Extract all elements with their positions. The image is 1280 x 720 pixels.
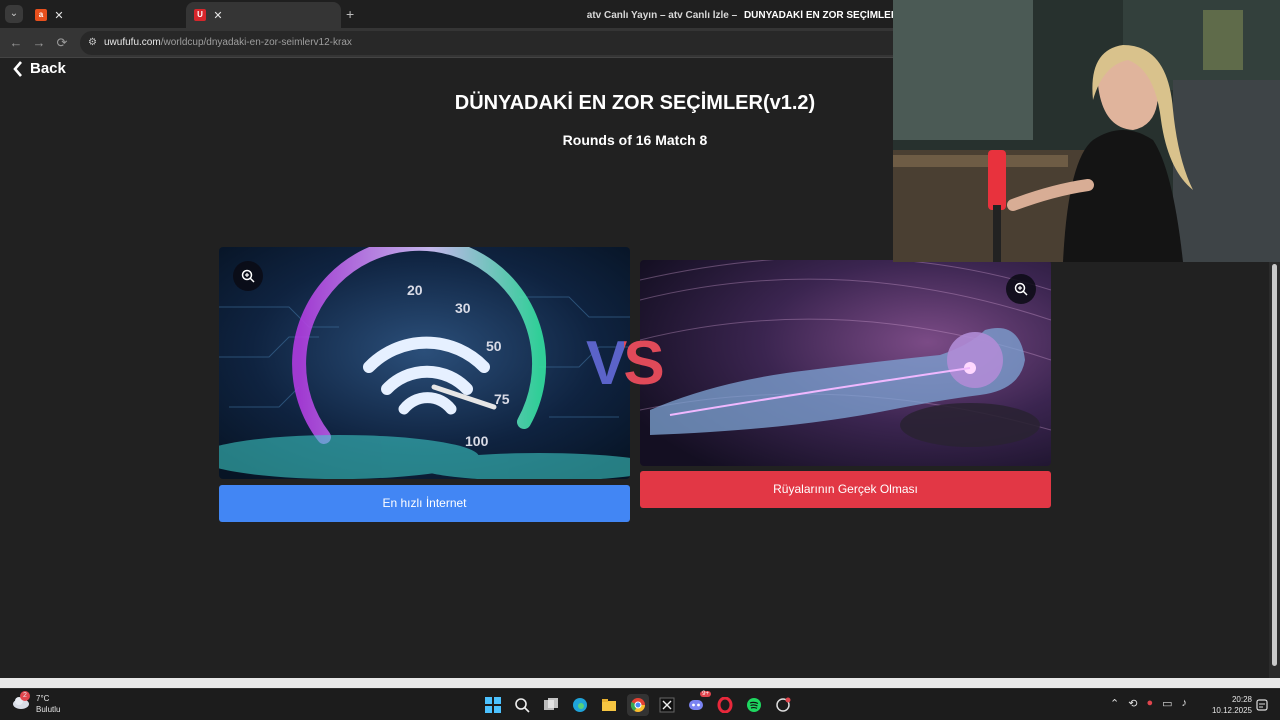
reload-icon[interactable]: ⟳ [54,35,70,51]
back-label: Back [30,60,66,77]
task-view-icon[interactable] [540,694,562,716]
windows-start-icon[interactable] [482,694,504,716]
vs-label: VS [586,326,686,411]
vs-graphic: VS [586,329,666,398]
spotify-icon[interactable] [743,694,765,716]
choose-right-button[interactable]: Rüyalarının Gerçek Olması [640,471,1051,508]
vertical-scrollbar[interactable] [1269,262,1280,678]
weather-widget[interactable]: 2 7°C Bulutlu [12,691,61,715]
sync-icon[interactable]: ⟲ [1128,697,1137,710]
site-info-icon[interactable]: ⚙ [88,31,97,55]
zoom-in-icon[interactable] [1006,274,1036,304]
speedometer-illustration: 20 30 50 75 100 [219,247,630,479]
tab-atv[interactable]: a atv Canlı Yayın – atv Canlı İzle – ✕ [27,2,737,28]
forward-arrow-icon[interactable]: → [31,35,47,51]
weather-badge: 2 [20,691,30,701]
discord-badge: 9+ [700,691,711,697]
sleeping-body-illustration [640,260,1051,466]
speed-label-20: 20 [407,282,423,298]
notification-icon[interactable] [1256,698,1268,711]
system-tray: ⌃ ⟲ ● ▭ ♪ [1110,697,1187,710]
chevron-up-icon[interactable]: ⌃ [1110,697,1119,710]
search-icon[interactable] [511,694,533,716]
dream-image[interactable] [640,260,1051,466]
microphone-icon[interactable]: ● [1146,697,1153,710]
url-host: uwufufu.com [104,37,161,48]
volume-icon[interactable]: ♪ [1182,697,1188,710]
internet-speed-image[interactable]: 20 30 50 75 100 [219,247,630,479]
zoom-in-icon[interactable] [233,261,263,291]
x-app-icon[interactable] [656,694,678,716]
clock[interactable]: 20:28 10.12.2025 [1206,694,1252,716]
time: 20:28 [1231,695,1252,704]
tab-search-chevron-icon[interactable]: ⌄ [5,5,23,23]
scroll-thumb[interactable] [1272,264,1277,666]
cloud-icon: 2 [12,691,30,711]
edge-icon[interactable] [569,694,591,716]
opera-icon[interactable] [714,694,736,716]
vs-text: VS [586,329,662,396]
back-button[interactable]: Back [12,60,66,77]
url-path: /worldcup/dnyadaki-en-zor-seimlerv12-kra… [160,37,352,48]
speed-label-75: 75 [494,391,510,407]
left-choice-card: 20 30 50 75 100 En hızlı İnternet [219,247,630,522]
weather-temp: 7°C [36,694,50,703]
back-arrow-icon[interactable]: ← [8,35,24,51]
new-tab-plus-icon[interactable]: + [346,6,354,22]
weather-desc: Bulutlu [36,705,61,714]
right-choice-card: Rüyalarının Gerçek Olması [640,260,1051,508]
discord-icon[interactable]: 9+ [685,691,711,716]
speed-label-50: 50 [486,338,502,354]
display-icon[interactable]: ▭ [1162,697,1172,710]
choose-left-button[interactable]: En hızlı İnternet [219,485,630,522]
file-explorer-icon[interactable] [598,694,620,716]
webcam-overlay [893,0,1280,262]
chevron-left-icon [13,60,22,77]
date: 10.12.2025 [1211,706,1252,715]
chrome-icon[interactable] [627,694,649,716]
windows-taskbar: 2 7°C Bulutlu 9+ ⌃ ⟲ ● ▭ ♪ 20:28 10.12.2… [0,688,1280,720]
taskbar-apps: 9+ [482,691,794,716]
speed-label-100: 100 [465,433,489,449]
app-icon[interactable] [772,694,794,716]
speed-label-30: 30 [455,300,471,316]
horizontal-scrollbar[interactable] [0,678,1280,688]
tab-uwufufu[interactable]: U DÜNYADAKİ EN ZOR SEÇİMLER ✕ [186,2,898,28]
